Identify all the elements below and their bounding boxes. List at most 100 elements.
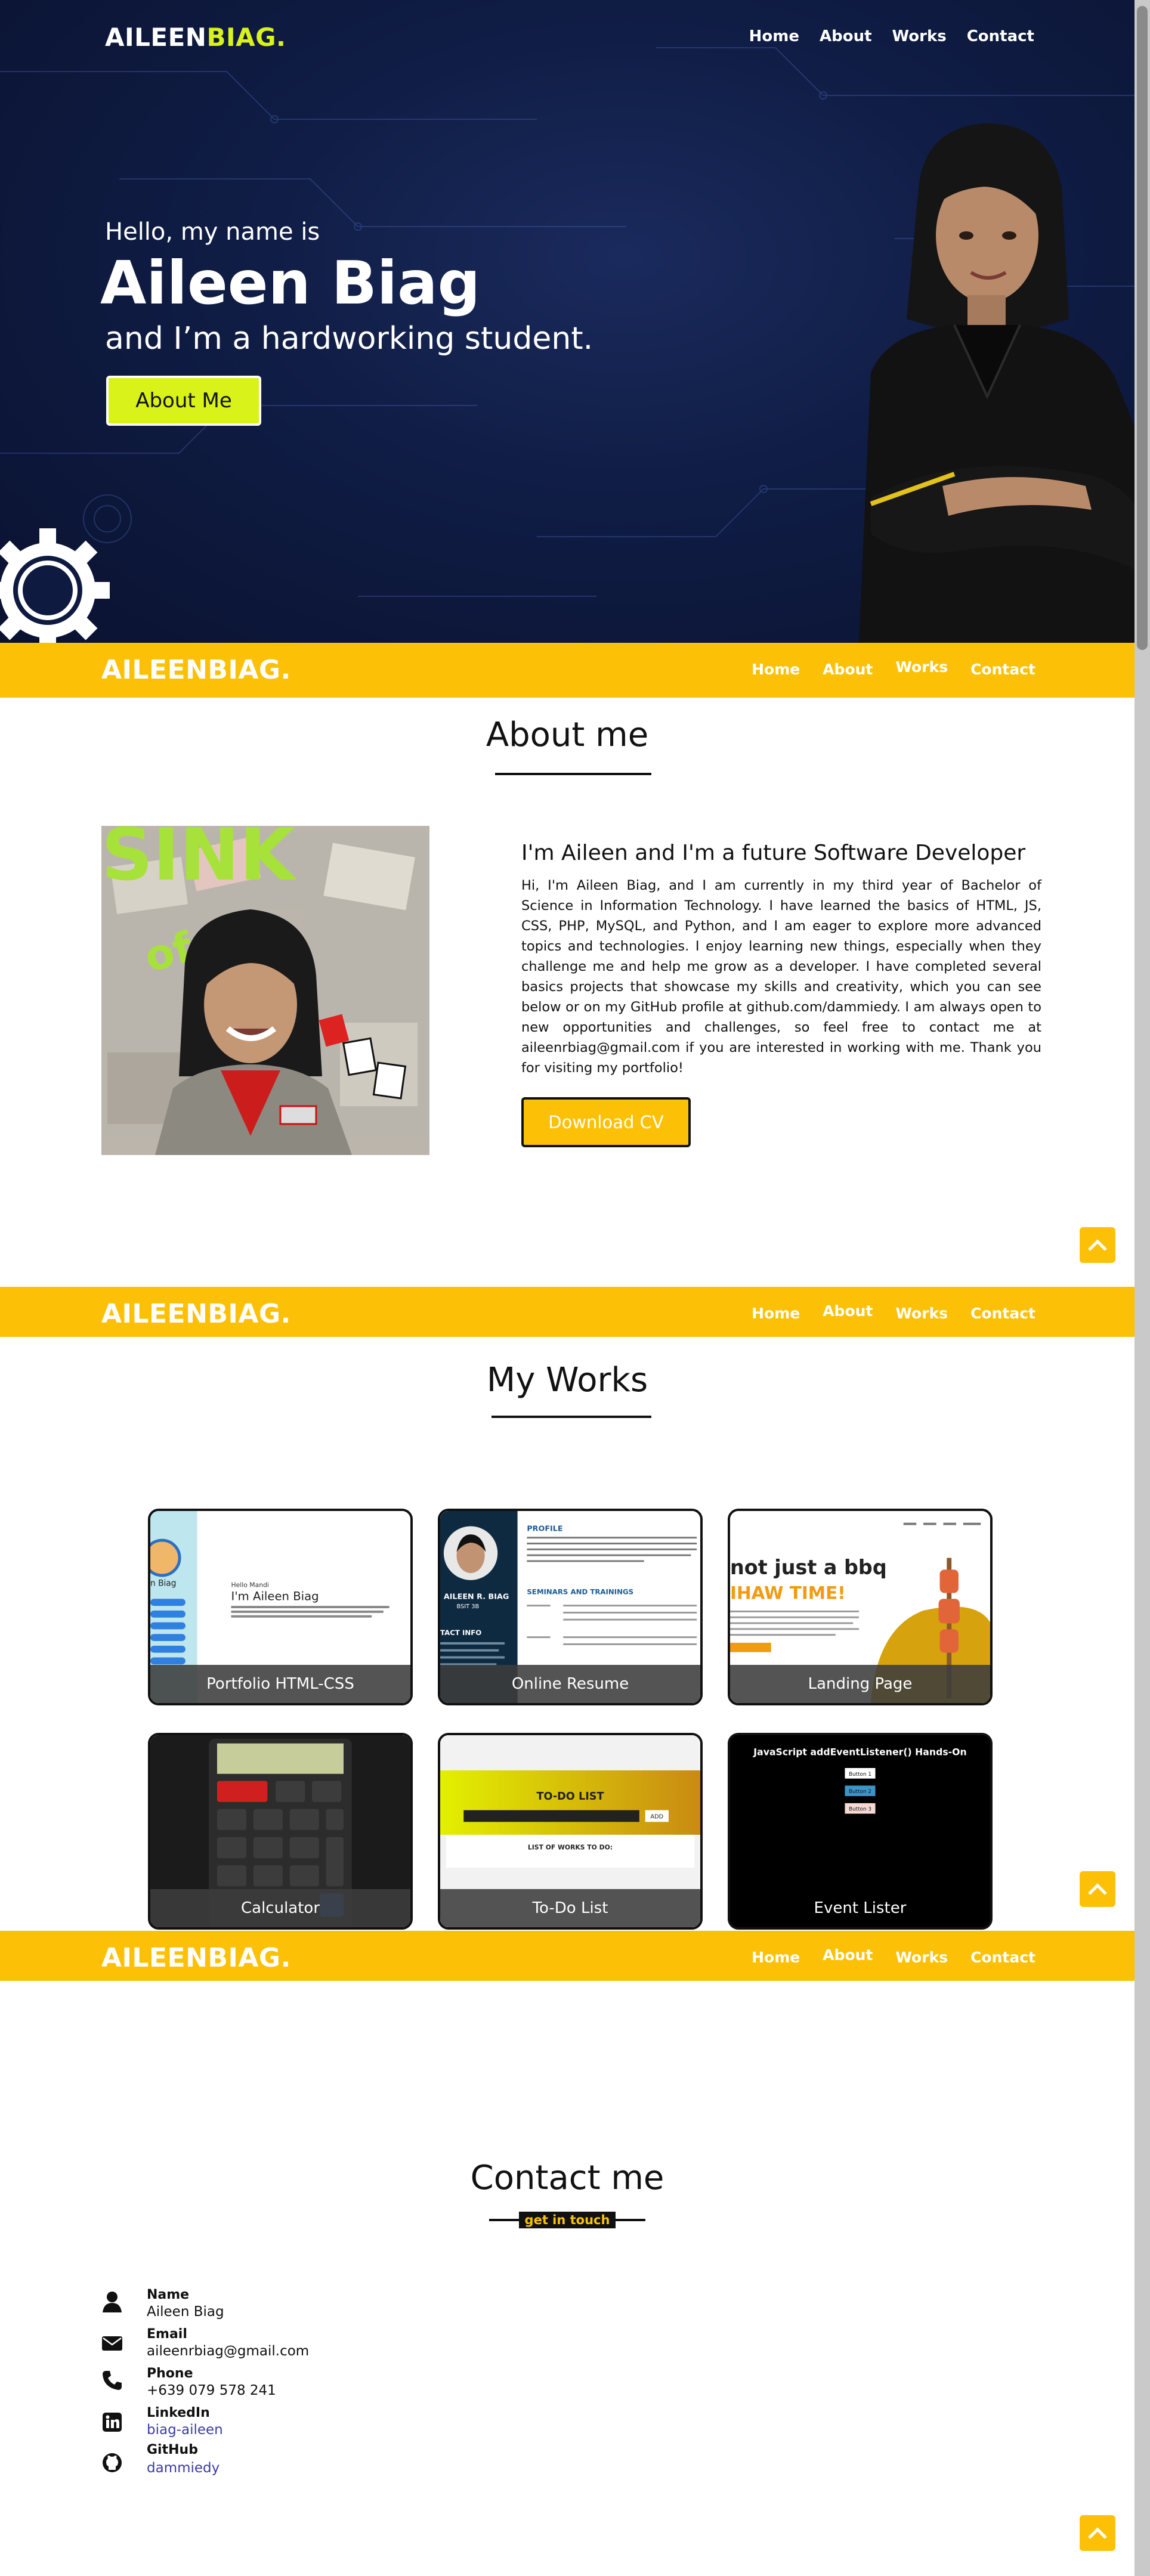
nav-about[interactable]: About	[823, 1302, 873, 1320]
about-title: About me	[486, 716, 649, 754]
logo-part-2: BIAG.	[208, 655, 291, 685]
contact-title: Contact me	[470, 2159, 664, 2197]
linkedin-icon[interactable]	[101, 2411, 123, 2433]
about-heading: I'm Aileen and I'm a future Software Dev…	[521, 841, 1026, 865]
event-title-text: JavaScript addEventListener() Hands-On	[753, 1746, 966, 1757]
svg-text:SINK: SINK	[101, 826, 298, 897]
nav-contact[interactable]: Contact	[970, 661, 1035, 678]
contact-name-label: Name	[147, 2287, 190, 2302]
logo-part-2: BIAG.	[208, 1943, 291, 1973]
hero-logo[interactable]: AILEENBIAG.	[105, 23, 286, 52]
github-icon[interactable]	[101, 2452, 123, 2473]
hero-name: Aileen Biag	[100, 248, 481, 318]
contact-linkedin-link[interactable]: biag-aileen	[147, 2422, 223, 2438]
gear-icon	[0, 528, 110, 643]
navbar-works: AILEENBIAG. Home About Works Contact	[0, 1287, 1134, 1337]
scrollbar-thumb[interactable]	[1137, 6, 1148, 650]
about-photo: SINK of	[101, 826, 429, 1155]
hero-section: AILEENBIAG. Home About Works Contact Hel…	[0, 0, 1134, 643]
navbar-logo[interactable]: AILEENBIAG.	[101, 655, 291, 685]
todo-title-text: TO-DO LIST	[536, 1791, 604, 1803]
nav-works[interactable]: Works	[892, 27, 947, 45]
work-card-calculator[interactable]: Calculator	[148, 1733, 413, 1930]
event-button-1: Button 1	[849, 1772, 871, 1778]
nav-home[interactable]: Home	[749, 27, 799, 45]
subtitle-rule-left	[489, 2219, 519, 2221]
todo-add-text: ADD	[650, 1813, 663, 1820]
landing-line1-text: not just a bbq	[730, 1556, 887, 1579]
navbar-links: Home About Works Contact	[752, 1946, 1035, 1966]
work-card-label: Event Lister	[814, 1899, 907, 1917]
contact-github-link[interactable]: dammiedy	[147, 2460, 220, 2476]
contact-name-value: Aileen Biag	[147, 2304, 224, 2320]
nav-works[interactable]: Works	[895, 1949, 948, 1966]
navbar-logo[interactable]: AILEENBIAG.	[101, 1943, 291, 1973]
download-cv-button[interactable]: Download CV	[521, 1097, 691, 1147]
nav-works[interactable]: Works	[895, 658, 948, 676]
contact-phone-label: Phone	[147, 2366, 193, 2381]
about-me-button[interactable]: About Me	[106, 376, 261, 426]
logo-part-1: AILEEN	[101, 655, 208, 685]
hero-portrait	[859, 123, 1134, 643]
resume-contact-text: TACT INFO	[440, 1628, 481, 1637]
chevron-up-icon	[1088, 1239, 1107, 1251]
page-scrollbar[interactable]	[1134, 0, 1150, 2576]
envelope-icon	[102, 2336, 122, 2351]
logo-part-1: AILEEN	[101, 1299, 208, 1329]
nav-about[interactable]: About	[823, 1946, 873, 1964]
hero-tagline: and I’m a hardworking student.	[105, 321, 593, 357]
nav-contact[interactable]: Contact	[970, 1949, 1035, 1966]
phone-icon	[103, 2371, 122, 2390]
nav-home[interactable]: Home	[752, 1949, 800, 1966]
work-card-event-lister[interactable]: JavaScript addEventListener() Hands-On B…	[728, 1733, 993, 1930]
nav-home[interactable]: Home	[752, 661, 800, 678]
contact-subtitle-row: get in touch	[489, 2210, 645, 2230]
navbar-logo[interactable]: AILEENBIAG.	[101, 1299, 291, 1329]
contact-email-value[interactable]: aileenrbiag@gmail.com	[147, 2343, 309, 2359]
work-card-portfolio[interactable]: Hello Mandi I'm Aileen Biag n Biag Portf…	[148, 1509, 413, 1705]
work-card-label: Online Resume	[440, 1665, 700, 1703]
subtitle-rule-right	[616, 2219, 645, 2221]
landing-line2-text: IHAW TIME!	[730, 1583, 846, 1603]
back-to-top-button[interactable]	[1080, 1871, 1115, 1907]
contact-subtitle: get in touch	[518, 2212, 616, 2228]
work-card-resume[interactable]: AILEEN R. BIAG BSIT 3B TACT INFO PROFILE…	[438, 1509, 703, 1705]
work-card-todo[interactable]: TO-DO LIST ADD LIST OF WORKS TO DO: To-D…	[438, 1733, 703, 1930]
event-button-2: Button 2	[849, 1789, 871, 1795]
nav-works[interactable]: Works	[895, 1305, 948, 1322]
chevron-up-icon	[1088, 1883, 1107, 1895]
about-title-rule	[495, 773, 651, 775]
logo-part-2: BIAG.	[206, 23, 286, 52]
nav-about[interactable]: About	[820, 27, 872, 45]
hero-nav: Home About Works Contact	[749, 27, 1034, 45]
back-to-top-button[interactable]	[1080, 1227, 1115, 1263]
user-icon	[103, 2292, 122, 2312]
works-title: My Works	[486, 1361, 648, 1400]
about-body: Hi, I'm Aileen Biag, and I am currently …	[521, 878, 1041, 1076]
nav-contact[interactable]: Contact	[970, 1305, 1035, 1322]
back-to-top-button[interactable]	[1080, 2515, 1115, 2551]
resume-profile-text: PROFILE	[527, 1524, 562, 1533]
portfolio-side-text: n Biag	[150, 1579, 176, 1589]
navbar-links: Home About Works Contact	[752, 658, 1035, 678]
work-card-label: Portfolio HTML-CSS	[150, 1665, 410, 1703]
resume-role-text: BSIT 3B	[456, 1603, 479, 1610]
nav-home[interactable]: Home	[752, 1305, 800, 1322]
work-card-label: To-Do List	[440, 1889, 700, 1927]
navbar-about: AILEENBIAG. Home About Works Contact	[0, 643, 1134, 698]
resume-name-text: AILEEN R. BIAG	[444, 1592, 509, 1601]
event-button-3: Button 3	[849, 1807, 871, 1813]
work-card-label: Calculator	[150, 1889, 410, 1927]
contact-phone-value: +639 079 578 241	[147, 2383, 276, 2398]
portfolio-name-text: I'm Aileen Biag	[231, 1589, 319, 1603]
nav-about[interactable]: About	[823, 661, 873, 678]
todo-list-text: LIST OF WORKS TO DO:	[528, 1843, 613, 1851]
navbar-contact: AILEENBIAG. Home About Works Contact	[0, 1931, 1134, 1981]
contact-email-label: Email	[147, 2327, 187, 2342]
hero-greeting: Hello, my name is	[105, 218, 320, 246]
nav-contact[interactable]: Contact	[967, 27, 1034, 45]
work-card-label: Landing Page	[730, 1665, 990, 1703]
contact-linkedin-label: LinkedIn	[147, 2405, 210, 2420]
work-card-landing[interactable]: not just a bbq IHAW TIME! Landing Page	[728, 1509, 993, 1705]
navbar-links: Home About Works Contact	[752, 1302, 1035, 1322]
